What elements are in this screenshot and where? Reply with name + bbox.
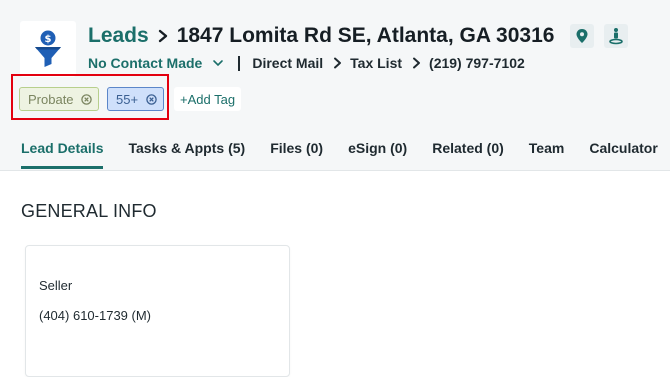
lead-list: Tax List (350, 55, 403, 71)
map-pin-button[interactable] (570, 24, 595, 48)
lead-meta-row: No Contact Made Direct Mail Tax List (21… (88, 55, 525, 71)
chevron-right-icon (412, 57, 421, 69)
tab-related[interactable]: Related (0) (432, 140, 504, 169)
tag-remove-icon[interactable] (81, 93, 92, 105)
divider (238, 55, 241, 71)
lead-address: 1847 Lomita Rd SE, Atlanta, GA 30316 (176, 24, 555, 47)
tag-label: Probate (28, 91, 74, 107)
add-tag-button[interactable]: +Add Tag (174, 87, 242, 111)
map-pin-icon (576, 29, 588, 43)
chevron-right-icon (333, 57, 342, 69)
lead-phone[interactable]: (219) 797-7102 (429, 55, 525, 71)
tab-tasks-appts[interactable]: Tasks & Appts (5) (128, 140, 245, 169)
tab-esign[interactable]: eSign (0) (348, 140, 407, 169)
lead-source: Direct Mail (252, 55, 324, 71)
tag-probate[interactable]: Probate (19, 87, 99, 111)
seller-phone[interactable]: (404) 610-1739 (M) (39, 308, 151, 323)
lead-logo: $ (20, 21, 76, 77)
tab-calculator[interactable]: Calculator (589, 140, 657, 169)
section-title: GENERAL INFO (21, 201, 157, 221)
street-view-icon (609, 28, 624, 45)
seller-label: Seller (39, 278, 73, 293)
breadcrumb-leads[interactable]: Leads (88, 24, 149, 48)
tab-lead-details[interactable]: Lead Details (21, 140, 104, 169)
chevron-down-icon (212, 58, 224, 68)
status-dropdown[interactable]: No Contact Made (88, 55, 224, 71)
tab-files[interactable]: Files (0) (270, 140, 323, 169)
seller-card: Seller (404) 610-1739 (M) (25, 245, 290, 377)
title-row: Leads 1847 Lomita Rd SE, Atlanta, GA 303… (88, 24, 629, 48)
funnel-dollar-logo-icon: $ (35, 30, 61, 67)
lead-tabs: Lead Details Tasks & Appts (5) Files (0)… (21, 140, 670, 169)
tag-remove-icon[interactable] (146, 93, 157, 105)
chevron-right-icon (157, 29, 169, 43)
street-view-button[interactable] (604, 24, 629, 48)
tag-label: 55+ (116, 91, 139, 107)
svg-text:$: $ (45, 34, 52, 45)
tab-team[interactable]: Team (529, 140, 565, 169)
tag-55-plus[interactable]: 55+ (107, 87, 164, 111)
status-label: No Contact Made (88, 55, 203, 71)
